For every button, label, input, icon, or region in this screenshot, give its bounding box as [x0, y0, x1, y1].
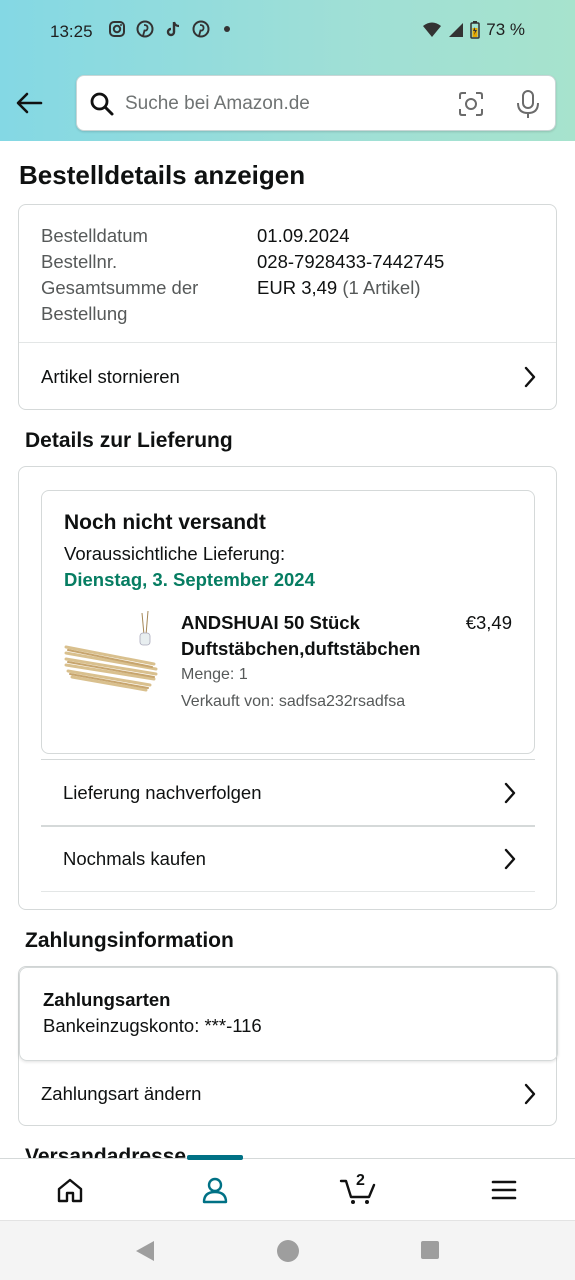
status-right: 73 %	[422, 20, 525, 40]
pinterest-icon	[136, 20, 154, 38]
delivery-section-title: Details zur Lieferung	[25, 429, 233, 452]
signal-icon	[449, 23, 464, 37]
app-header: 13:25 73 %	[0, 0, 575, 141]
payment-method-box: Zahlungsarten Bankeinzugskonto: ***-116	[19, 967, 558, 1061]
search-icon	[90, 92, 114, 116]
user-icon	[202, 1177, 228, 1204]
shipment-status: Noch nicht versandt	[64, 511, 266, 534]
battery-level: 73 %	[486, 20, 525, 39]
track-delivery-row[interactable]: Lieferung nachverfolgen	[19, 760, 556, 825]
product-quantity: Menge: 1	[181, 666, 248, 683]
order-details-content: Bestelldetails anzeigen Bestelldatum 01.…	[0, 141, 575, 1158]
order-total-label-line2: Bestellung	[41, 303, 128, 324]
system-home-icon[interactable]	[276, 1239, 300, 1263]
tiktok-icon	[166, 21, 180, 37]
order-summary-card: Bestelldatum 01.09.2024 Bestellnr. 028-7…	[18, 204, 557, 410]
cancel-items-row[interactable]: Artikel stornieren	[19, 343, 556, 410]
notification-icons	[108, 20, 230, 38]
system-recents-icon[interactable]	[420, 1239, 440, 1261]
payment-method-title: Zahlungsarten	[43, 989, 171, 1010]
nav-menu[interactable]	[464, 1159, 544, 1221]
battery-icon	[470, 21, 480, 39]
cart-count-badge: 2	[356, 1172, 365, 1189]
arrow-left-icon	[16, 92, 43, 114]
change-payment-label: Zahlungsart ändern	[41, 1082, 202, 1104]
nav-account[interactable]	[175, 1159, 255, 1221]
shipping-address-section-title: Versandadresse	[25, 1145, 187, 1158]
product-title[interactable]: ANDSHUAI 50 Stück Duftstäbchen,duftstäbc…	[181, 610, 441, 662]
chevron-right-icon	[504, 782, 516, 803]
payment-method-value: Bankeinzugskonto: ***-116	[43, 1015, 262, 1036]
back-button[interactable]	[12, 86, 46, 120]
more-notifications-dot	[224, 26, 230, 32]
search-input[interactable]	[125, 86, 425, 122]
payment-card: Zahlungsarten Bankeinzugskonto: ***-116 …	[18, 966, 558, 1126]
change-payment-row[interactable]: Zahlungsart ändern	[19, 1061, 556, 1126]
product-title-line1: ANDSHUAI 50 Stück	[181, 612, 360, 633]
cancel-items-label: Artikel stornieren	[41, 365, 180, 387]
chevron-right-icon	[524, 366, 536, 387]
chevron-right-icon	[524, 1083, 536, 1104]
order-number-value: 028-7928433-7442745	[257, 251, 445, 272]
divider	[41, 891, 535, 892]
home-icon	[57, 1178, 83, 1203]
instagram-icon	[109, 21, 125, 37]
nav-home[interactable]	[30, 1159, 110, 1221]
system-navigation-bar	[0, 1220, 575, 1280]
order-date-label: Bestelldatum	[41, 225, 148, 246]
order-total-value: EUR 3,49 (1 Artikel)	[257, 275, 421, 301]
track-delivery-label: Lieferung nachverfolgen	[63, 781, 262, 803]
buy-again-label: Nochmals kaufen	[63, 848, 206, 869]
page-title: Bestelldetails anzeigen	[19, 160, 306, 190]
status-bar: 13:25 73 %	[0, 18, 575, 48]
search-bar[interactable]	[76, 75, 556, 131]
shipment-card: Noch nicht versandt Voraussichtliche Lie…	[41, 490, 535, 754]
chevron-right-icon	[504, 848, 516, 870]
buy-again-row[interactable]: Nochmals kaufen	[19, 827, 556, 891]
eta-label: Voraussichtliche Lieferung:	[64, 543, 286, 564]
wifi-icon	[423, 22, 442, 37]
product-seller: Verkauft von: sadfsa232rsadfsa	[181, 693, 406, 710]
delivery-card: Noch nicht versandt Voraussichtliche Lie…	[18, 466, 557, 910]
pinterest-icon	[192, 20, 210, 38]
order-date-value: 01.09.2024	[257, 225, 350, 246]
bottom-navigation: 2	[0, 1155, 575, 1221]
order-number-label: Bestellnr.	[41, 251, 118, 272]
order-total-items: (1 Artikel)	[342, 277, 421, 298]
product-title-line2: Duftstäbchen,duftstäbchen	[181, 638, 421, 659]
product-price: €3,49	[465, 612, 512, 633]
product-image[interactable]	[64, 609, 158, 703]
system-back-icon[interactable]	[134, 1239, 156, 1263]
microphone-icon[interactable]	[515, 89, 541, 119]
payment-section-title: Zahlungsinformation	[25, 929, 234, 952]
eta-date: Dienstag, 3. September 2024	[64, 569, 315, 590]
order-total-label-line1: Gesamtsumme der	[41, 277, 199, 298]
order-total-amount: EUR 3,49	[257, 277, 338, 298]
camera-search-icon[interactable]	[457, 90, 485, 118]
nav-cart[interactable]: 2	[318, 1159, 398, 1221]
status-time: 13:25	[50, 22, 93, 41]
hamburger-menu-icon	[491, 1180, 517, 1200]
